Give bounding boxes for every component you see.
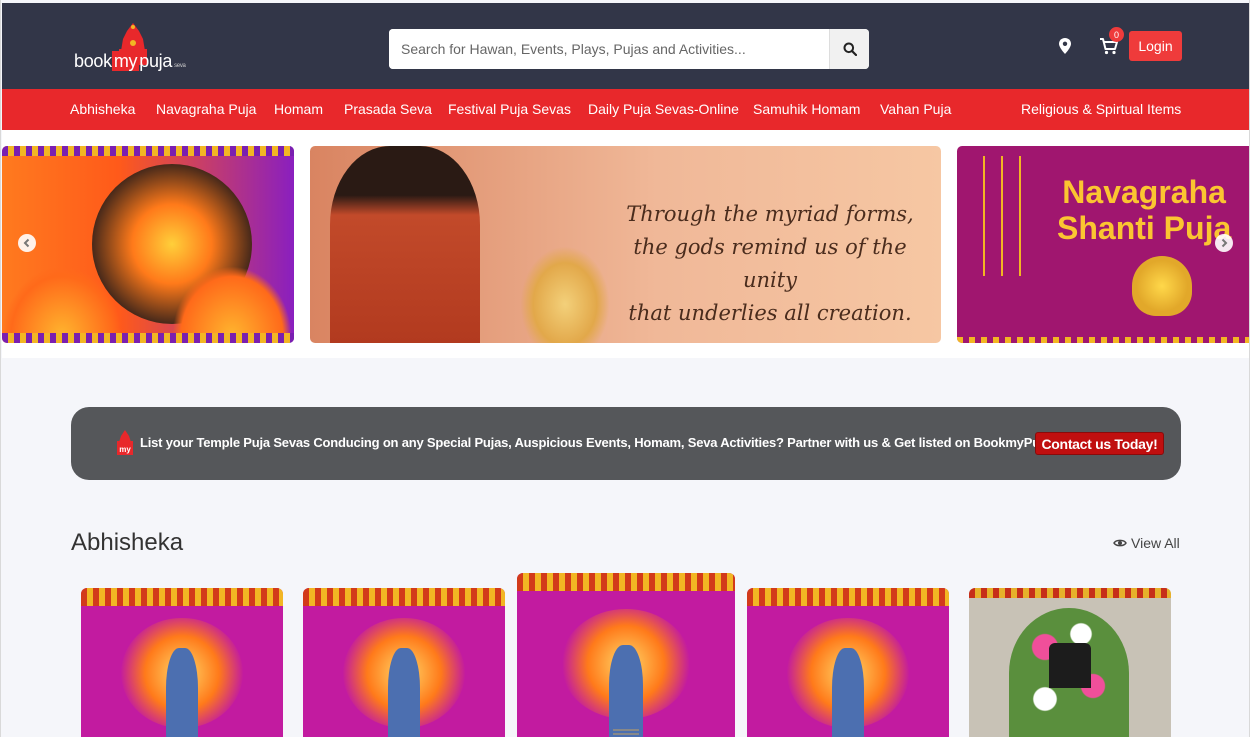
view-all-link[interactable]: View All — [1113, 535, 1180, 551]
card-border — [747, 588, 949, 606]
chevron-right-icon — [1221, 238, 1228, 248]
slide3-line-1: Navagraha — [1062, 174, 1226, 210]
quote-line-3: that underlies all creation. — [628, 301, 912, 325]
temple-my-icon: my — [117, 430, 133, 455]
nav-item-homam[interactable]: Homam — [274, 101, 323, 117]
logo-word-book: book — [74, 51, 112, 71]
drag-handle-icon[interactable] — [613, 729, 639, 735]
carousel-slide-homam[interactable] — [2, 146, 294, 343]
deity-image — [165, 648, 199, 737]
partner-banner: my List your Temple Puja Sevas Conducing… — [71, 407, 1181, 480]
puja-card[interactable] — [303, 588, 505, 737]
hanging-lamps-image — [967, 156, 1027, 276]
nav-item-prasada-seva[interactable]: Prasada Seva — [344, 101, 432, 117]
contact-us-button[interactable]: Contact us Today! — [1035, 432, 1164, 455]
card-border — [969, 588, 1171, 598]
nav-item-festival-puja-sevas[interactable]: Festival Puja Sevas — [448, 101, 571, 117]
kalash-image — [1132, 256, 1192, 316]
view-all-label: View All — [1131, 535, 1180, 551]
slide-quote-text: Through the myriad forms, the gods remin… — [620, 198, 920, 330]
page: bookmypujaseva 0 Login Abhisheka — [0, 0, 1250, 737]
nav-item-religious-spiritual-items[interactable]: Religious & Spirtual Items — [1021, 101, 1181, 117]
hero-carousel: Through the myriad forms, the gods remin… — [2, 130, 1249, 358]
nav-item-vahan-puja[interactable]: Vahan Puja — [880, 101, 951, 117]
carousel-slide-quote[interactable]: Through the myriad forms, the gods remin… — [310, 146, 941, 343]
logo[interactable]: book my puja seva — [74, 21, 192, 77]
location-pin-icon[interactable] — [1057, 37, 1073, 55]
shivling-image — [1049, 643, 1091, 688]
slide3-border — [957, 337, 1249, 343]
nav-item-navagraha-puja[interactable]: Navagraha Puja — [156, 101, 256, 117]
logo-word-puja: puja — [139, 51, 173, 71]
login-button[interactable]: Login — [1129, 31, 1182, 61]
puja-card-hovered[interactable] — [517, 573, 735, 737]
puja-card[interactable] — [81, 588, 283, 737]
cart-count-badge: 0 — [1109, 27, 1124, 42]
nav-item-samuhik-homam[interactable]: Samuhik Homam — [753, 101, 860, 117]
section-title: Abhisheka — [71, 529, 184, 556]
nav-item-abhisheka[interactable]: Abhisheka — [70, 101, 135, 117]
slide-border-bottom — [2, 333, 294, 343]
puja-card[interactable] — [747, 588, 949, 737]
category-nav: Abhisheka Navagraha Puja Homam Prasada S… — [2, 89, 1249, 130]
deity-image — [608, 645, 644, 737]
search-icon — [843, 42, 857, 56]
lotus-right — [172, 266, 292, 336]
search-input[interactable] — [389, 29, 829, 69]
card-border — [517, 573, 735, 591]
search-button[interactable] — [829, 29, 869, 69]
woman-image — [330, 146, 480, 343]
svg-text:my: my — [119, 445, 131, 454]
deity-image — [831, 648, 865, 737]
quote-line-1: Through the myriad forms, — [626, 202, 914, 226]
chevron-left-icon — [23, 238, 30, 248]
carousel-prev-button[interactable] — [18, 234, 36, 252]
logo-word-my: my — [111, 51, 140, 71]
eye-icon — [1113, 539, 1127, 547]
partner-text: List your Temple Puja Sevas Conducing on… — [140, 435, 1084, 450]
slide3-line-2: Shanti Puja — [1057, 210, 1232, 246]
slide-border-top — [2, 146, 294, 156]
search-bar — [389, 29, 869, 69]
logo-sub: seva — [174, 63, 186, 69]
puja-card[interactable] — [969, 588, 1171, 737]
ganesha-image — [520, 246, 610, 343]
card-border — [81, 588, 283, 606]
nav-item-daily-puja-sevas-online[interactable]: Daily Puja Sevas-Online — [588, 101, 739, 117]
slide-navagraha-title: Navagraha Shanti Puja — [1057, 174, 1231, 246]
logo-text: book my puja seva — [74, 51, 186, 72]
deity-image — [387, 648, 421, 737]
lotus-left — [2, 266, 122, 336]
card-border — [303, 588, 505, 606]
header: bookmypujaseva 0 Login — [2, 3, 1249, 89]
carousel-slide-navagraha[interactable]: Navagraha Shanti Puja — [957, 146, 1249, 343]
carousel-next-button[interactable] — [1215, 234, 1233, 252]
quote-line-2: the gods remind us of the unity — [633, 235, 907, 292]
